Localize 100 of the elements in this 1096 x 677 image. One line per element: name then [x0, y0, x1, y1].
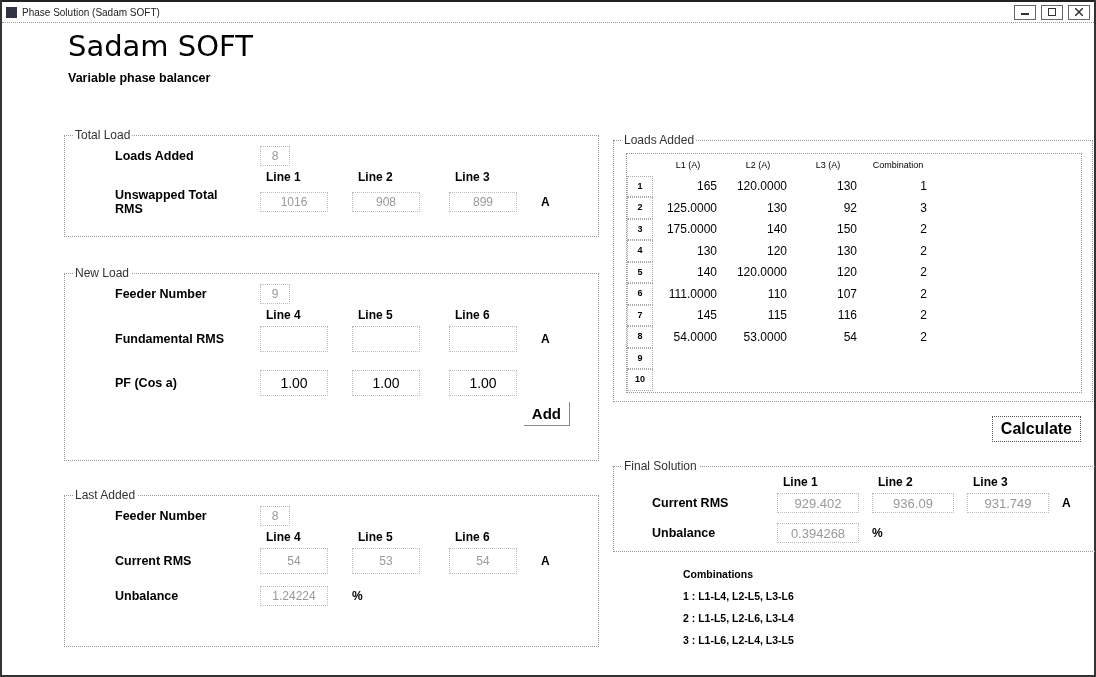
table-cell-text: 120.0000: [735, 265, 788, 280]
minimize-button[interactable]: [1014, 4, 1036, 20]
table-cell-text: 2: [919, 308, 928, 323]
column-header: L2 (A): [744, 159, 772, 170]
column-header: Line 1: [782, 475, 819, 489]
table-cell-text: 140: [695, 265, 718, 280]
group-title: Final Solution: [622, 459, 699, 473]
table-cell-text: 120: [765, 243, 788, 258]
field-label: Unbalance: [652, 526, 717, 540]
field-label: Feeder Number: [115, 509, 208, 523]
table-cell-text: 175.0000: [665, 222, 718, 237]
row-header[interactable]: 7: [627, 304, 653, 326]
unit-label: A: [541, 332, 551, 346]
column-header: Line 5: [357, 308, 394, 322]
value-field: 899: [449, 192, 517, 212]
maximize-icon: [1048, 8, 1056, 16]
add-button[interactable]: Add: [523, 402, 570, 426]
close-icon: [1075, 8, 1083, 16]
input-field[interactable]: [260, 326, 328, 352]
table-cell-text: 125.0000: [665, 200, 718, 215]
value-field: 1.24224: [260, 586, 328, 606]
table-cell-text: 130: [835, 179, 858, 194]
table-cell-text: 140: [765, 222, 788, 237]
calculate-button[interactable]: Calculate: [991, 416, 1081, 442]
combinations-title: Combinations: [683, 568, 754, 580]
app-title: Sadam SOFT: [68, 29, 254, 63]
table-cell-text: 115: [766, 308, 788, 323]
row-header[interactable]: 9: [627, 347, 653, 369]
row-header[interactable]: 2: [627, 197, 653, 219]
field-label: Unswapped Total RMS: [115, 188, 219, 216]
combination-text: 1 : L1-L4, L2-L5, L3-L6: [683, 590, 795, 602]
column-header: Line 6: [454, 308, 491, 322]
table-cell-text: 130: [835, 243, 858, 258]
column-header: Line 2: [357, 170, 394, 184]
column-header: Line 4: [265, 530, 302, 544]
column-header: Line 3: [454, 170, 491, 184]
row-header[interactable]: 4: [627, 240, 653, 262]
column-header: L3 (A): [814, 159, 842, 170]
column-header: Line 5: [357, 530, 394, 544]
table-cell-text: 145: [695, 308, 718, 323]
unit-label: A: [1062, 496, 1072, 510]
field-label: Fundamental RMS: [115, 332, 226, 346]
subtitle: Variable phase balancer: [68, 71, 212, 85]
input-field[interactable]: [449, 326, 517, 352]
column-header: Line 1: [265, 170, 302, 184]
field-label: Loads Added: [115, 149, 195, 163]
row-header[interactable]: 8: [627, 326, 653, 348]
value-field: 908: [352, 192, 420, 212]
group-title: New Load: [73, 266, 132, 280]
table-cell-text: 107: [835, 286, 858, 301]
value-field: 0.394268: [777, 523, 859, 543]
row-header[interactable]: 10: [627, 369, 653, 391]
group-title: Loads Added: [622, 133, 697, 147]
value-field: 929.402: [777, 493, 859, 513]
unit-label: %: [352, 589, 364, 603]
table-cell-text: 110: [766, 286, 788, 301]
maximize-button[interactable]: [1041, 4, 1063, 20]
field-label: Current RMS: [115, 554, 193, 568]
app-icon: [6, 6, 17, 18]
input-field[interactable]: 1.00: [260, 370, 328, 396]
row-header[interactable]: 5: [627, 261, 653, 283]
window-title: Phase Solution (Sadam SOFT): [22, 6, 161, 18]
table-cell-text: 2: [919, 286, 928, 301]
table-cell-text: 2: [919, 265, 928, 280]
value-field: 931.749: [967, 493, 1049, 513]
table-cell-text: 2: [919, 222, 928, 237]
column-header: Line 3: [972, 475, 1009, 489]
table-cell-text: 165: [695, 179, 718, 194]
value-field: 8: [260, 146, 290, 166]
input-field[interactable]: 1.00: [449, 370, 517, 396]
table-cell-text: 1: [919, 179, 928, 194]
value-field: 1016: [260, 192, 328, 212]
close-button[interactable]: [1068, 4, 1090, 20]
column-header: Line 6: [454, 530, 491, 544]
input-field[interactable]: 1.00: [352, 370, 420, 396]
field-label: Unbalance: [115, 589, 180, 603]
row-header[interactable]: 1: [627, 175, 653, 197]
table-cell-text: 54: [842, 329, 858, 344]
combination-text: 3 : L1-L6, L2-L4, L3-L5: [683, 634, 795, 646]
combination-text: 2 : L1-L5, L2-L6, L3-L4: [683, 612, 795, 624]
field-label: PF (Cos a): [115, 376, 178, 390]
input-field[interactable]: [352, 326, 420, 352]
table-cell-text: 116: [836, 308, 858, 323]
row-header[interactable]: 6: [627, 283, 653, 305]
unit-label: %: [872, 526, 884, 540]
table-cell-text: 130: [765, 200, 788, 215]
unit-label: A: [541, 554, 551, 568]
table-cell-text: 150: [835, 222, 858, 237]
table-cell-text: 3: [919, 200, 928, 215]
value-field: 9: [260, 284, 290, 304]
group-title: Total Load: [73, 128, 133, 142]
column-header: Combination: [871, 159, 925, 170]
value-field: 54: [260, 548, 328, 574]
table-cell-text: 2: [919, 329, 928, 344]
table-cell-text: 53.0000: [742, 329, 788, 344]
row-header[interactable]: 3: [627, 218, 653, 240]
field-label: Feeder Number: [115, 287, 208, 301]
unit-label: A: [541, 195, 551, 209]
column-header: Line 4: [265, 308, 302, 322]
column-header: L1 (A): [674, 159, 702, 170]
